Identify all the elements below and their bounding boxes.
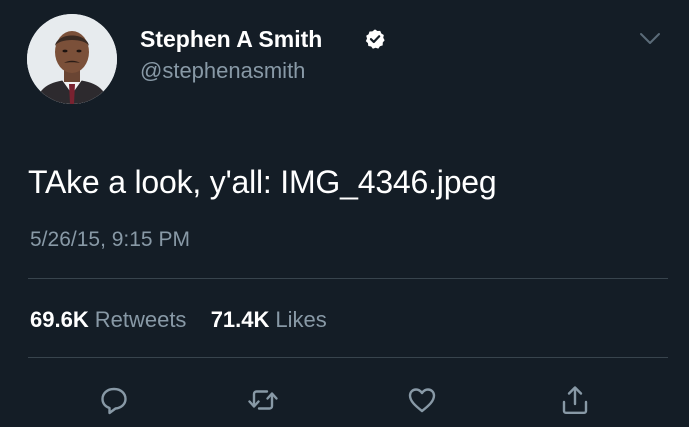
retweets-count: 69.6K: [30, 307, 89, 332]
retweets-label: Retweets: [94, 307, 187, 332]
tweet-timestamp[interactable]: 5/26/15, 9:15 PM: [30, 228, 190, 252]
likes-label: Likes: [275, 307, 327, 332]
retweets-stat[interactable]: 69.6K Retweets: [30, 307, 193, 332]
engagement-stats: 69.6K Retweets 71.4K Likes: [30, 307, 327, 333]
retweet-button[interactable]: [245, 382, 281, 418]
author-handle[interactable]: @stephenasmith: [140, 58, 305, 84]
divider-top: [28, 278, 668, 279]
retweet-icon: [248, 390, 278, 410]
reply-button[interactable]: [96, 382, 132, 418]
heart-icon: [408, 388, 436, 413]
divider-bottom: [28, 357, 668, 358]
like-button[interactable]: [404, 382, 440, 418]
profile-photo-icon: [27, 14, 117, 104]
author-display-name[interactable]: Stephen A Smith: [140, 26, 322, 53]
reply-icon: [101, 387, 127, 415]
verified-badge-icon: [364, 28, 386, 50]
likes-count: 71.4K: [210, 307, 270, 332]
likes-stat[interactable]: 71.4K Likes: [205, 307, 327, 332]
share-button[interactable]: [557, 382, 593, 418]
chevron-down-icon[interactable]: [638, 30, 662, 48]
tweet-text: TAke a look, y'all: IMG_4346.jpeg: [28, 164, 497, 200]
tweet-card: Stephen A Smith @stephenasmith TAke a lo…: [0, 0, 689, 427]
avatar[interactable]: [27, 14, 117, 104]
share-icon: [562, 386, 588, 414]
